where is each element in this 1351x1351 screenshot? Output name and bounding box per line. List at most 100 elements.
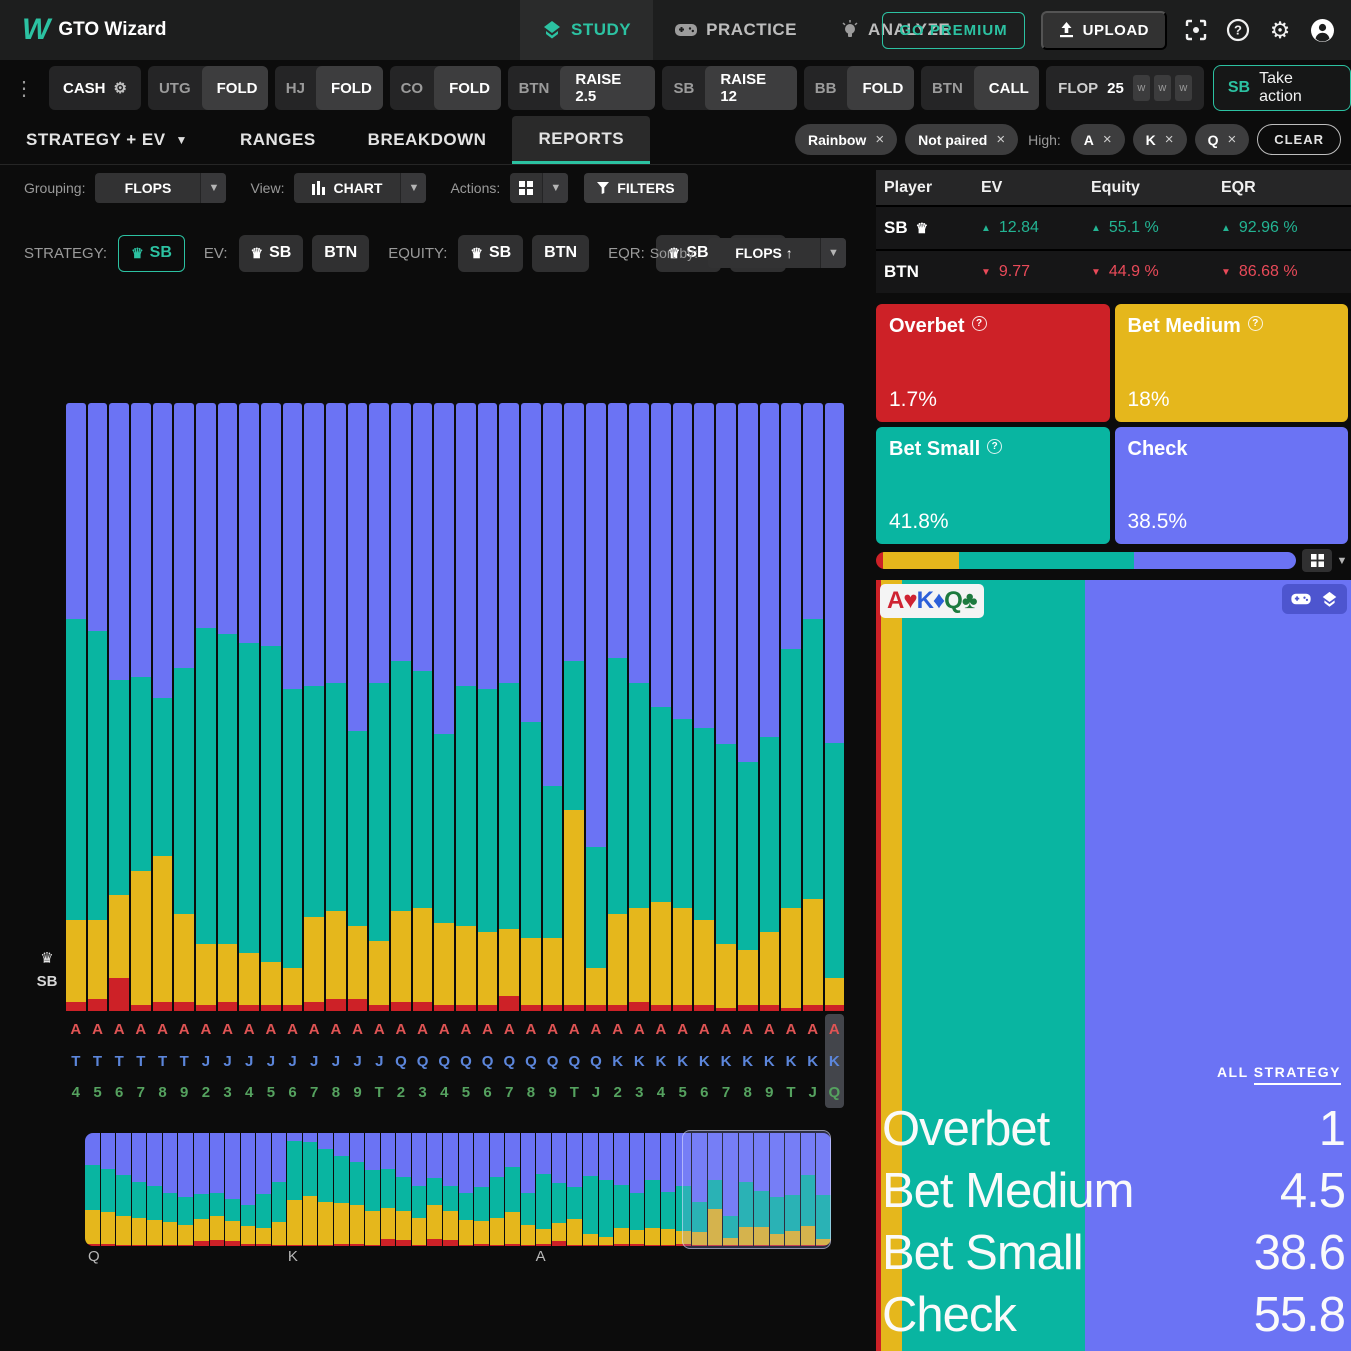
mini-bar[interactable] <box>116 1133 131 1246</box>
tab-strategy-ev[interactable]: STRATEGY + EV ▼ <box>0 116 214 164</box>
flop-label-AJ6[interactable]: AJ 6 <box>283 1014 303 1108</box>
flop-label-AT8[interactable]: AT 8 <box>153 1014 173 1108</box>
mini-bar[interactable] <box>489 1133 505 1246</box>
flop-bar-AJ8[interactable] <box>326 403 346 1011</box>
flop-label-AQJ[interactable]: AQJ <box>586 1014 606 1108</box>
mini-bar[interactable] <box>365 1133 380 1246</box>
ev-sb-toggle[interactable]: ♛ SB <box>238 234 304 272</box>
game-type-chip[interactable]: CASH ⚙ <box>49 66 141 110</box>
flop-label-AK3[interactable]: AK 3 <box>629 1014 649 1108</box>
flop-label-AQ5[interactable]: AQ 5 <box>456 1014 476 1108</box>
mini-bar[interactable] <box>100 1133 116 1246</box>
action-box-overbet[interactable]: Overbet? 1.7% <box>876 304 1110 422</box>
mini-bar[interactable] <box>536 1133 551 1246</box>
mini-bar[interactable] <box>302 1133 318 1246</box>
flop-label-AT9[interactable]: AT 9 <box>174 1014 194 1108</box>
mini-bar[interactable] <box>427 1133 442 1246</box>
flop-label-AK9[interactable]: AK 9 <box>760 1014 780 1108</box>
high-chip-q[interactable]: Q × <box>1194 124 1250 155</box>
flop-label-AK6[interactable]: AK 6 <box>694 1014 714 1108</box>
go-premium-button[interactable]: GO PREMIUM <box>882 11 1025 49</box>
flop-bar-AQ9[interactable] <box>542 403 563 1011</box>
flop-bar-AQ4[interactable] <box>434 403 455 1011</box>
flop-label-AQ6[interactable]: AQ 6 <box>478 1014 498 1108</box>
mini-bar[interactable] <box>442 1133 458 1246</box>
flop-label-AQ7[interactable]: AQ 7 <box>499 1014 519 1108</box>
wizard-icon[interactable] <box>1321 591 1338 608</box>
mini-bar[interactable] <box>193 1133 209 1246</box>
mini-bar[interactable] <box>396 1133 411 1246</box>
filters-button[interactable]: FILTERS <box>584 173 688 203</box>
help-circle-icon[interactable]: ? <box>1247 316 1263 331</box>
flop-bar-AT4[interactable] <box>66 403 86 1011</box>
flop-bar-AT8[interactable] <box>152 403 173 1011</box>
flop-label-AJ7[interactable]: AJ 7 <box>304 1014 324 1108</box>
mini-bar[interactable] <box>474 1133 489 1246</box>
equity-btn-toggle[interactable]: BTN <box>532 234 590 272</box>
mini-bar[interactable] <box>209 1133 225 1246</box>
mini-bar[interactable] <box>505 1133 520 1246</box>
flop-label-AQ4[interactable]: AQ 4 <box>434 1014 454 1108</box>
flop-label-AK4[interactable]: AK 4 <box>651 1014 671 1108</box>
game-settings-gear-icon[interactable]: ⚙ <box>114 79 127 97</box>
filter-chip-not-paired[interactable]: Not paired × <box>905 124 1019 155</box>
flop-label-AJ3[interactable]: AJ 3 <box>218 1014 238 1108</box>
remove-icon[interactable]: × <box>1227 131 1236 148</box>
mini-bar[interactable] <box>271 1133 287 1246</box>
mini-bar[interactable] <box>162 1133 178 1246</box>
mini-bar[interactable] <box>178 1133 193 1246</box>
action-box-check[interactable]: Check 38.5% <box>1114 426 1348 544</box>
flop-bar-AT7[interactable] <box>131 403 151 1011</box>
mini-bar[interactable] <box>567 1133 582 1246</box>
flop-bar-AKJ[interactable] <box>802 403 823 1011</box>
mini-bar[interactable] <box>131 1133 147 1246</box>
flop-label-AK7[interactable]: AK 7 <box>716 1014 736 1108</box>
view-dropdown[interactable]: CHART ▼ <box>294 173 427 203</box>
flop-bar-AJ2[interactable] <box>196 403 216 1011</box>
mini-bar[interactable] <box>147 1133 162 1246</box>
equity-sb-toggle[interactable]: ♛ SB <box>458 234 524 272</box>
flop-bar-AJ9[interactable] <box>347 403 368 1011</box>
help-icon[interactable]: ? <box>1225 17 1251 43</box>
flop-label-AJ8[interactable]: AJ 8 <box>326 1014 346 1108</box>
flop-label-AT6[interactable]: AT 6 <box>109 1014 129 1108</box>
flop-bar-AT5[interactable] <box>87 403 108 1011</box>
take-action-button[interactable]: SB Take action <box>1212 65 1351 111</box>
mini-bar[interactable] <box>411 1133 427 1246</box>
mini-bar[interactable] <box>629 1133 645 1246</box>
filter-chip-rainbow[interactable]: Rainbow × <box>794 124 898 155</box>
flop-bar-AT6[interactable] <box>109 403 130 1011</box>
remove-icon[interactable]: × <box>1103 131 1112 148</box>
flop-bar-AQJ[interactable] <box>586 403 606 1011</box>
action-box-bet-small[interactable]: Bet Small? 41.8% <box>876 426 1110 544</box>
street-chip[interactable]: FLOP 25 www <box>1046 66 1204 110</box>
flop-bar-AJ7[interactable] <box>304 403 325 1011</box>
mini-bar[interactable] <box>458 1133 474 1246</box>
flop-label-AT4[interactable]: AT 4 <box>66 1014 86 1108</box>
kebab-menu-icon[interactable]: ⋮ <box>6 76 42 101</box>
grid-view-button[interactable] <box>1302 549 1332 572</box>
flop-bar-AJ5[interactable] <box>261 403 281 1011</box>
action-chip-sb-4[interactable]: SB RAISE 12 <box>662 66 797 110</box>
flop-label-AKT[interactable]: AKT <box>781 1014 801 1108</box>
table-row-sb[interactable]: SB ♛ ▲ 12.84 ▲ 55.1 % ▲ 92.96 % <box>876 205 1351 249</box>
chevron-down-icon[interactable]: ▼ <box>1334 549 1350 572</box>
high-chip-k[interactable]: K × <box>1132 124 1187 155</box>
flop-bar-AQ2[interactable] <box>391 403 411 1011</box>
sort-dropdown[interactable]: FLOPS ↑ ▼ <box>708 238 846 268</box>
action-chip-bb-5[interactable]: BB FOLD <box>803 66 914 110</box>
clear-filters-button[interactable]: CLEAR <box>1257 124 1341 155</box>
remove-icon[interactable]: × <box>1165 131 1174 148</box>
tab-ranges[interactable]: RANGES <box>214 116 342 164</box>
flop-bar-AT9[interactable] <box>174 403 195 1011</box>
flop-bar-AQ6[interactable] <box>477 403 498 1011</box>
flop-label-AKJ[interactable]: AKJ <box>803 1014 823 1108</box>
flop-label-AKQ[interactable]: AKQ <box>824 1014 845 1108</box>
mini-bar[interactable] <box>287 1133 302 1246</box>
mini-bar[interactable] <box>256 1133 271 1246</box>
flop-bar-AK5[interactable] <box>672 403 693 1011</box>
flop-bar-AKT[interactable] <box>781 403 801 1011</box>
app-logo[interactable]: W GTO Wizard <box>0 13 167 47</box>
ev-btn-toggle[interactable]: BTN <box>312 234 370 272</box>
flop-bar-AK2[interactable] <box>607 403 628 1011</box>
